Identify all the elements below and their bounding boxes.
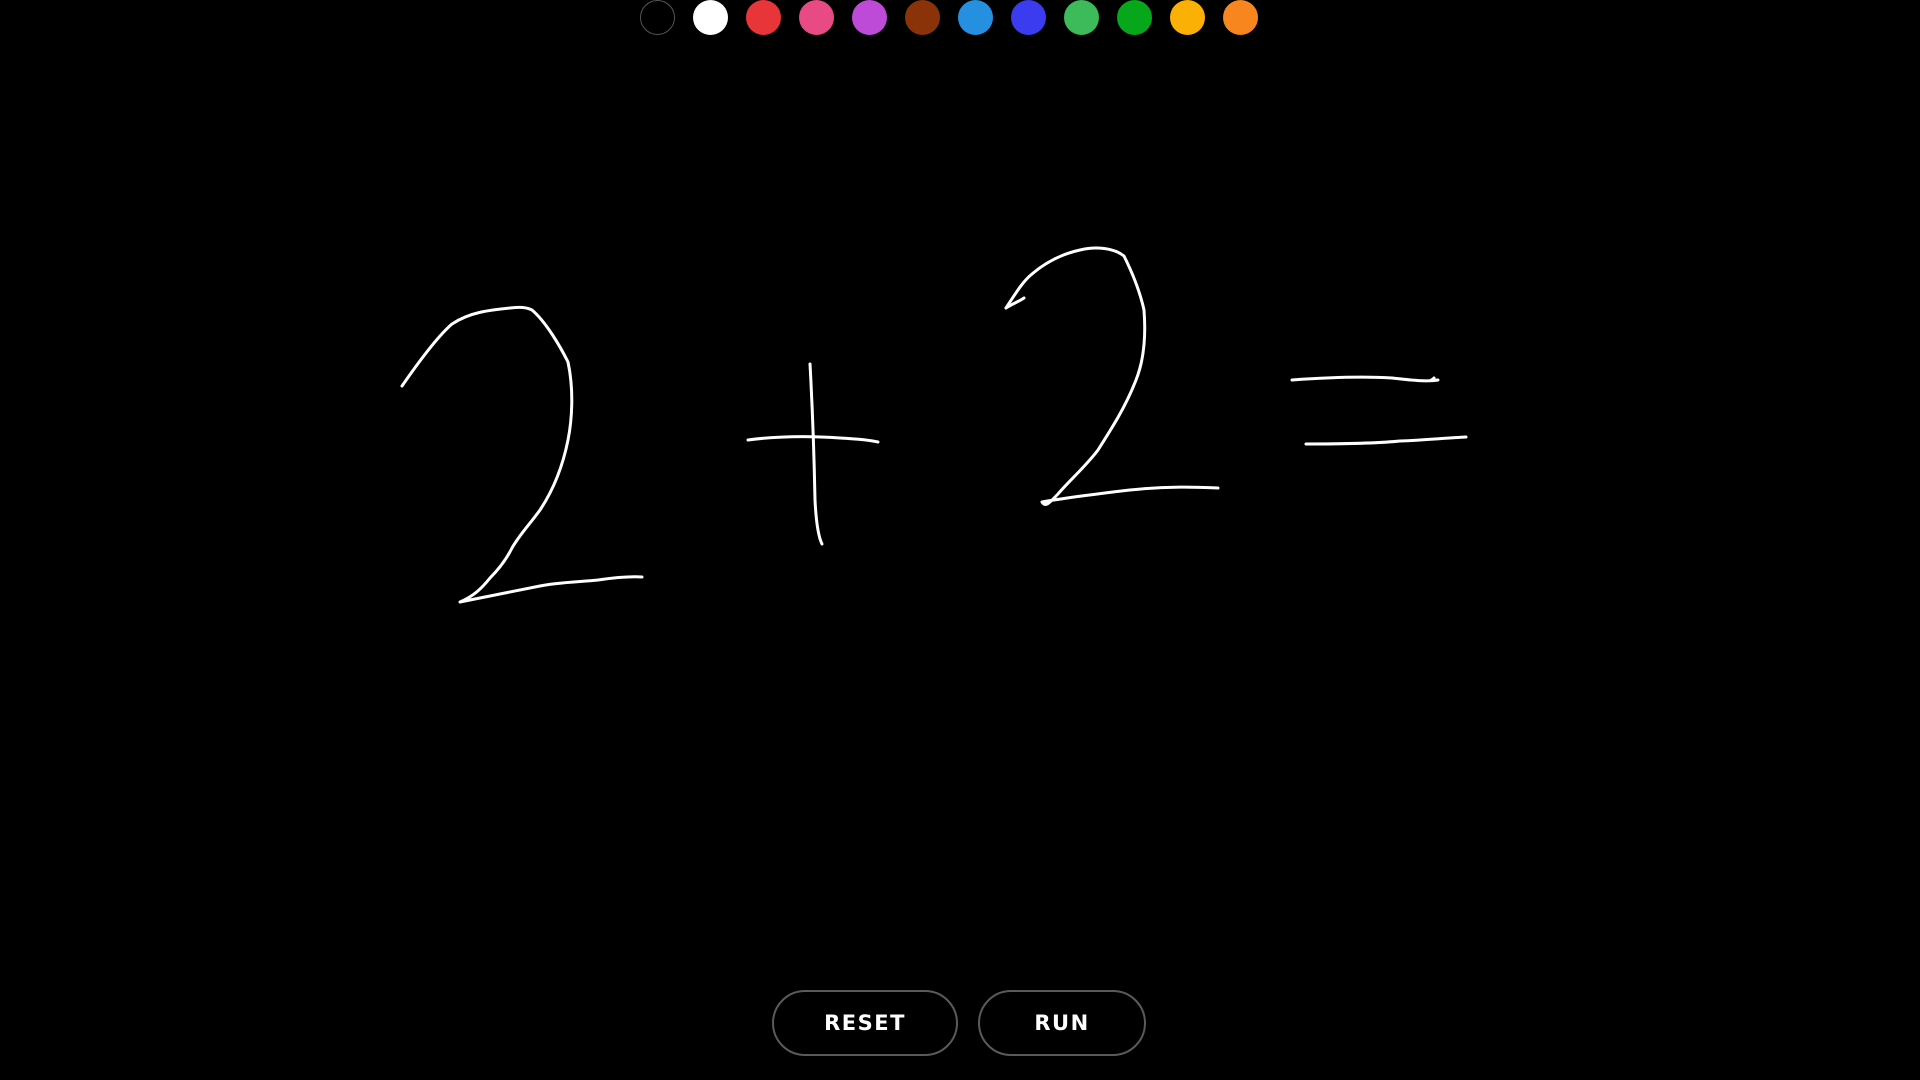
handwritten-equals-bottom	[1304, 435, 1468, 446]
handwritten-plus-vertical	[808, 362, 824, 546]
handwritten-digit-2-second	[1004, 246, 1220, 506]
control-bar: RESET RUN	[772, 990, 1146, 1056]
handwritten-digit-2	[400, 305, 644, 604]
drawing-strokes	[400, 246, 1468, 604]
handwritten-equals-top	[1290, 375, 1440, 383]
drawing-app: RESET RUN	[0, 0, 1920, 1080]
drawing-canvas[interactable]	[0, 40, 1920, 980]
run-button[interactable]: RUN	[978, 990, 1146, 1056]
reset-button[interactable]: RESET	[772, 990, 958, 1056]
